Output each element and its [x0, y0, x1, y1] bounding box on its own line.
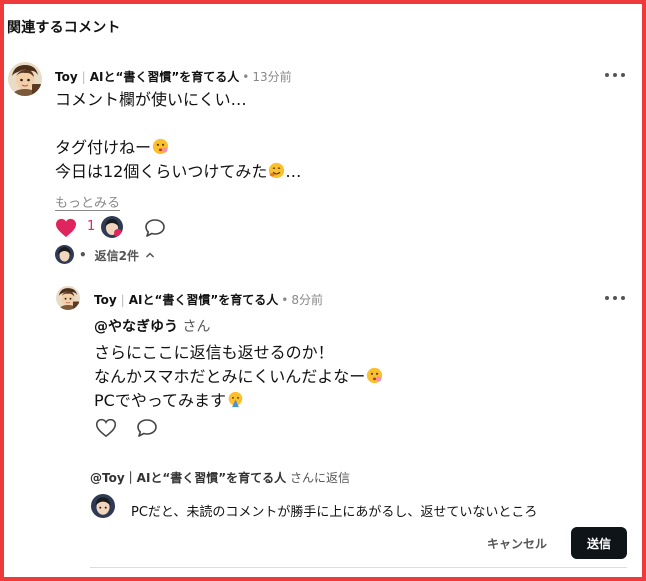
comment-line-3: 今日は12個くらいつけてみた… — [55, 162, 302, 181]
author-name: Toy — [55, 70, 78, 84]
replies-count: 返信2件 — [94, 248, 140, 263]
reply-line-1: さらにここに返信も返せるのか！ — [94, 343, 334, 362]
comment-time: 13分前 — [252, 70, 292, 84]
replies-toggle[interactable]: • 返信2件 — [55, 246, 156, 264]
comment-icon[interactable] — [144, 218, 166, 238]
chevron-up-icon — [146, 252, 155, 258]
heart-outline-icon[interactable] — [95, 418, 117, 438]
reply-to-suffix: さんに返信 — [290, 471, 351, 485]
more-icon[interactable] — [605, 293, 625, 303]
cancel-button[interactable]: キャンセル — [478, 530, 556, 556]
time-dot: • — [242, 70, 250, 84]
comment-body: コメント欄が使いにくい… タグ付けねー 今日は12個くらいつけてみた… — [55, 88, 301, 184]
avatar[interactable] — [8, 62, 42, 96]
reply-to-label: @Toy｜AIと“書く習慣”を育てる人 さんに返信 — [90, 469, 350, 486]
like-count: 1 — [87, 219, 96, 234]
reply-body: さらにここに返信も返せるのか！ なんかスマホだとみにくいんだよなー PCでやって… — [94, 341, 383, 413]
show-more-link[interactable]: もっとみる — [55, 192, 120, 211]
comment-icon[interactable] — [136, 418, 158, 438]
time-dot: • — [281, 293, 289, 307]
mention-suffix: さん — [182, 319, 211, 335]
smile-emoji-icon — [269, 162, 285, 179]
send-button[interactable]: 送信 — [571, 527, 627, 559]
reply-avatar[interactable] — [56, 286, 80, 310]
reply-input[interactable] — [131, 499, 601, 521]
author-name: Toy — [94, 293, 117, 307]
comment-author[interactable]: Toy | AIと“書く習慣”を育てる人 • 13分前 — [55, 68, 292, 85]
author-tagline: AIと“書く習慣”を育てる人 — [89, 70, 240, 84]
bullet: • — [79, 248, 87, 262]
reply-author[interactable]: Toy | AIと“書く習慣”を育てる人 • 8分前 — [94, 291, 323, 308]
comment-line-2: タグ付けねー — [55, 136, 301, 160]
mention-tag[interactable]: @やなぎゆう — [94, 319, 178, 335]
author-tagline: AIと“書く習慣”を育てる人 — [128, 293, 279, 307]
comment-line-1: コメント欄が使いにくい… — [55, 90, 247, 109]
separator: | — [120, 293, 125, 307]
section-title: 関連するコメント — [7, 20, 121, 36]
pray-emoji-icon — [228, 391, 243, 408]
reply-mention-line: @やなぎゆう さん — [94, 315, 210, 339]
separator: | — [81, 70, 86, 84]
more-icon[interactable] — [605, 70, 625, 80]
liker-avatar[interactable] — [101, 216, 123, 238]
thinking-emoji-icon — [367, 367, 383, 384]
divider — [90, 567, 627, 568]
thinking-emoji-icon — [152, 138, 169, 155]
heart-filled-icon[interactable] — [55, 218, 77, 238]
reply-line-2: なんかスマホだとみにくいんだよなー — [94, 365, 383, 389]
reply-to-name[interactable]: @Toy｜AIと“書く習慣”を育てる人 — [90, 471, 286, 485]
reply-time: 8分前 — [291, 293, 323, 307]
composer-avatar — [91, 494, 115, 518]
reply-line-3: PCでやってみます — [94, 389, 383, 413]
